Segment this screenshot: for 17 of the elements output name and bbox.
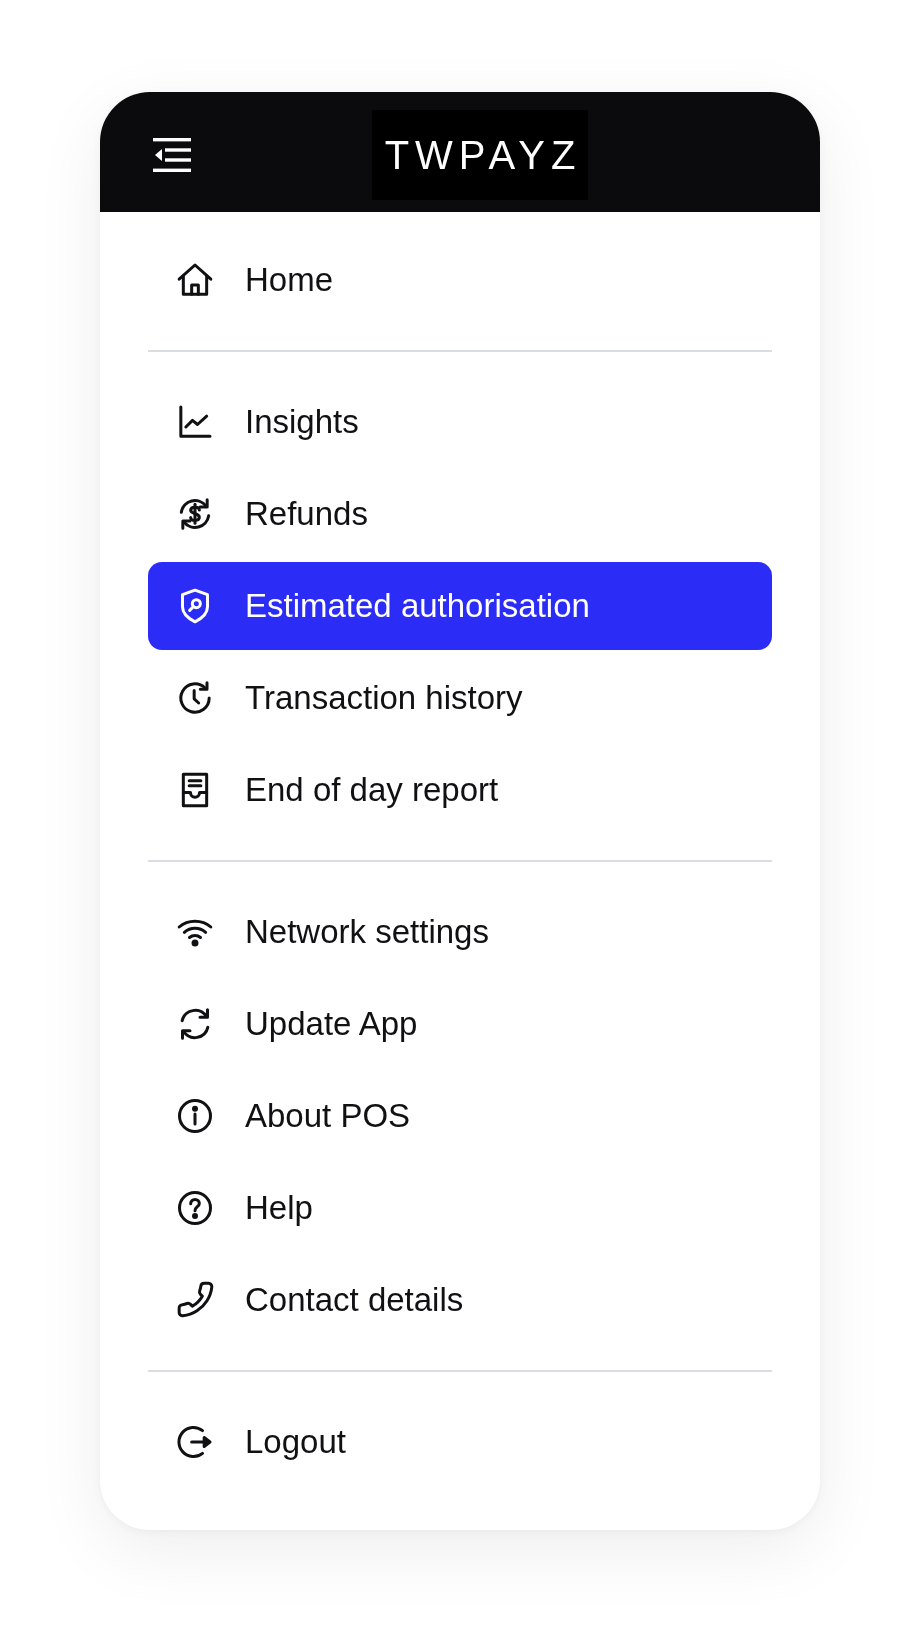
- menu-item[interactable]: Network settings: [148, 888, 772, 976]
- menu-item[interactable]: Estimated authorisation: [148, 562, 772, 650]
- phone-icon: [175, 1280, 215, 1320]
- menu-item[interactable]: Insights: [148, 378, 772, 466]
- menu-item[interactable]: Update App: [148, 980, 772, 1068]
- menu-item[interactable]: Home: [148, 236, 772, 324]
- menu-item[interactable]: Help: [148, 1164, 772, 1252]
- menu-item[interactable]: Refunds: [148, 470, 772, 558]
- menu-item[interactable]: End of day report: [148, 746, 772, 834]
- menu-item[interactable]: Contact details: [148, 1256, 772, 1344]
- help-icon: [175, 1188, 215, 1228]
- menu-item[interactable]: Logout: [148, 1398, 772, 1486]
- menu-item[interactable]: Transaction history: [148, 654, 772, 742]
- menu-icon[interactable]: [153, 138, 191, 172]
- info-icon: [175, 1096, 215, 1136]
- menu-item[interactable]: About POS: [148, 1072, 772, 1160]
- logo: TWPAYZ: [372, 110, 588, 200]
